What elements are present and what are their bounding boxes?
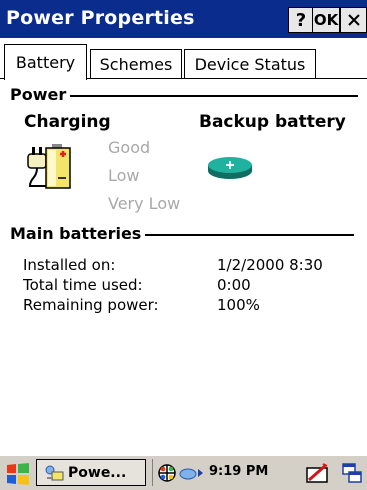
main-batteries-title: Main batteries xyxy=(10,224,146,243)
taskbar-item-label: Powe... xyxy=(68,464,127,481)
title-bar: Power Properties ? OK xyxy=(0,0,367,38)
charging-label: Charging xyxy=(24,112,111,132)
backup-battery-label: Backup battery xyxy=(199,112,346,132)
tab-battery[interactable]: Battery xyxy=(4,44,87,80)
tab-device-status[interactable]: Device Status xyxy=(184,49,316,78)
ok-button[interactable]: OK xyxy=(312,7,340,33)
input-panel-icon[interactable] xyxy=(305,462,329,484)
total-time-label: Total time used: xyxy=(23,276,143,294)
start-windows-flag-icon[interactable] xyxy=(4,461,32,487)
remaining-power-value: 100% xyxy=(217,296,260,314)
remaining-power-label: Remaining power: xyxy=(23,296,159,314)
tab-strip: Battery Schemes Device Status xyxy=(0,44,367,80)
help-button[interactable]: ? xyxy=(288,7,314,33)
taskbar: Powe... 9:19 PM xyxy=(0,455,367,490)
power-section-title: Power xyxy=(10,85,71,104)
taskbar-item-power[interactable]: Powe... xyxy=(36,459,146,486)
window-switch-icon[interactable] xyxy=(341,462,363,484)
level-very-low: Very Low xyxy=(108,194,181,213)
system-tray: 9:19 PM xyxy=(152,459,367,486)
backup-battery-icon xyxy=(208,157,252,179)
tab-schemes[interactable]: Schemes xyxy=(90,49,182,78)
clock[interactable]: 9:19 PM xyxy=(209,464,268,479)
total-time-value: 0:00 xyxy=(217,276,251,294)
main-batteries-rule xyxy=(140,234,354,236)
connectivity-icon[interactable] xyxy=(157,463,177,483)
window-title: Power Properties xyxy=(6,7,195,29)
charging-battery-icon xyxy=(27,144,71,189)
close-icon xyxy=(347,14,360,26)
power-app-icon xyxy=(45,465,64,480)
level-good: Good xyxy=(108,138,151,157)
installed-on-label: Installed on: xyxy=(23,256,116,274)
close-button[interactable] xyxy=(340,7,367,33)
power-section-rule xyxy=(70,95,358,97)
installed-on-value: 1/2/2000 8:30 xyxy=(217,256,323,274)
level-low: Low xyxy=(108,166,140,185)
sync-arrow-icon[interactable] xyxy=(179,465,205,481)
